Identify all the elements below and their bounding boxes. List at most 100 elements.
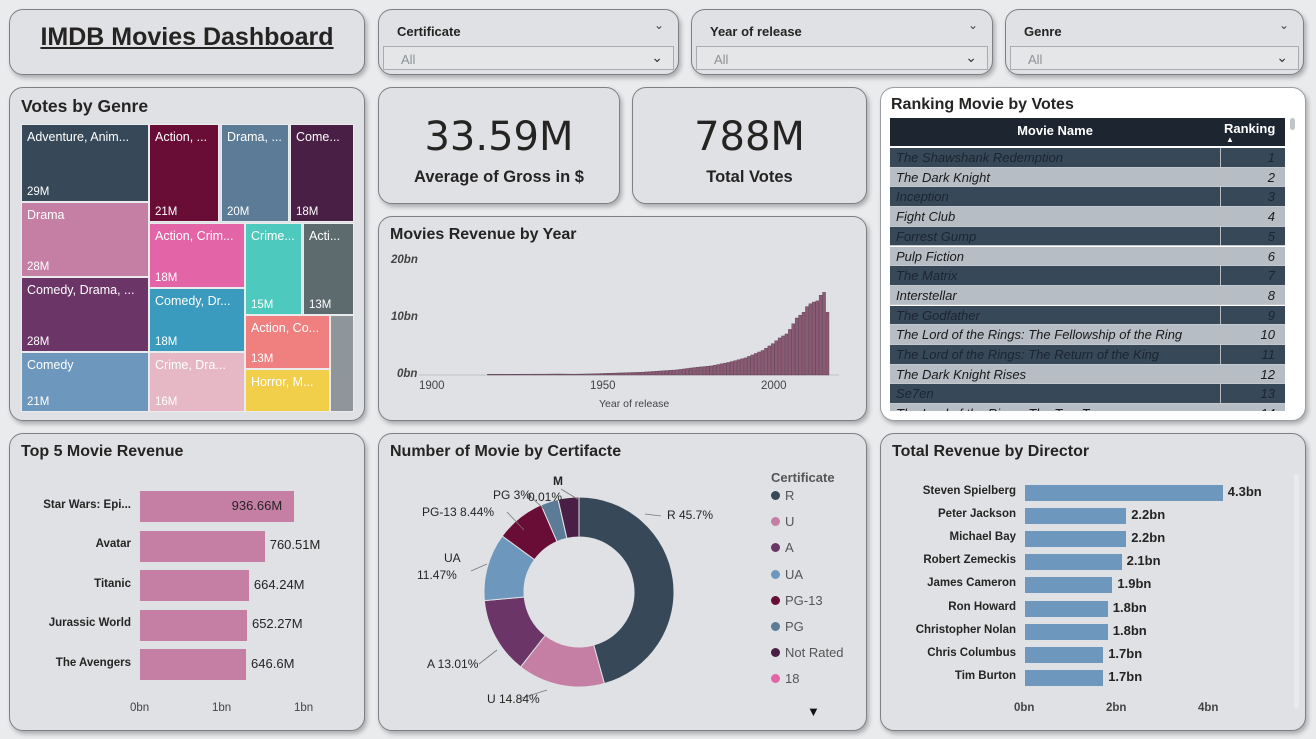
- year-bar[interactable]: [726, 362, 730, 376]
- year-bar[interactable]: [531, 373, 536, 376]
- year-bar[interactable]: [791, 323, 795, 376]
- year-bar[interactable]: [808, 303, 813, 376]
- year-bar[interactable]: [497, 373, 501, 376]
- table-row[interactable]: The Dark Knight 2: [890, 167, 1285, 188]
- bar[interactable]: [1025, 623, 1108, 640]
- year-bar[interactable]: [623, 372, 628, 376]
- year-bar[interactable]: [487, 373, 491, 376]
- year-bar[interactable]: [699, 366, 703, 376]
- year-dropdown[interactable]: All ⌄: [696, 46, 988, 70]
- treemap-cell[interactable]: Drama, ... 20M: [221, 124, 289, 222]
- table-row[interactable]: Se7en 13: [890, 384, 1285, 404]
- year-bar[interactable]: [825, 312, 830, 376]
- legend-item[interactable]: PG-13: [771, 593, 823, 608]
- certificate-dropdown[interactable]: All ⌄: [383, 46, 674, 70]
- year-bar[interactable]: [579, 373, 583, 376]
- year-bar[interactable]: [764, 348, 768, 376]
- year-bar[interactable]: [641, 371, 645, 376]
- treemap-cell[interactable]: Drama 28M: [21, 202, 149, 277]
- year-bar[interactable]: [569, 373, 573, 376]
- year-bar[interactable]: [548, 373, 553, 376]
- year-bar[interactable]: [565, 373, 570, 376]
- year-bar[interactable]: [613, 372, 618, 376]
- chevron-down-icon[interactable]: ⌄: [965, 49, 977, 66]
- treemap-cell[interactable]: Action, ... 21M: [149, 124, 219, 222]
- table-row[interactable]: Fight Club 4: [890, 207, 1285, 227]
- year-bar[interactable]: [805, 306, 809, 376]
- year-bar[interactable]: [682, 368, 686, 376]
- year-bar[interactable]: [644, 371, 648, 376]
- year-bar[interactable]: [760, 350, 765, 376]
- year-bar[interactable]: [521, 373, 525, 376]
- chevron-down-icon[interactable]: ⌄: [1279, 18, 1289, 32]
- year-bar[interactable]: [688, 367, 693, 376]
- legend-item[interactable]: R: [771, 488, 794, 503]
- year-bar[interactable]: [541, 373, 546, 376]
- year-bar[interactable]: [617, 372, 621, 376]
- year-bar[interactable]: [747, 356, 751, 376]
- year-bar[interactable]: [606, 373, 611, 376]
- year-bar[interactable]: [647, 371, 652, 376]
- year-bar[interactable]: [555, 373, 560, 376]
- year-bar[interactable]: [490, 373, 495, 376]
- genre-dropdown[interactable]: All ⌄: [1010, 46, 1299, 70]
- treemap-cell[interactable]: Come... 18M: [290, 124, 354, 222]
- year-bar[interactable]: [771, 343, 775, 376]
- legend-item[interactable]: Not Rated: [771, 645, 844, 660]
- year-bar[interactable]: [719, 363, 724, 376]
- year-bar[interactable]: [654, 371, 659, 376]
- year-bar[interactable]: [706, 366, 710, 376]
- treemap-cell[interactable]: Comedy, Dr... 18M: [149, 288, 245, 352]
- treemap-cell[interactable]: Action, Crim... 18M: [149, 223, 245, 288]
- year-bar[interactable]: [815, 300, 819, 376]
- year-bar[interactable]: [678, 369, 683, 376]
- year-bar[interactable]: [695, 367, 700, 376]
- bar[interactable]: [140, 530, 265, 562]
- year-bar[interactable]: [723, 362, 727, 376]
- year-bar[interactable]: [788, 329, 792, 376]
- year-bar[interactable]: [733, 360, 737, 376]
- year-bar[interactable]: [610, 372, 614, 376]
- year-bar[interactable]: [730, 361, 734, 376]
- treemap-cell[interactable]: Comedy 21M: [21, 352, 149, 412]
- table-row[interactable]: Pulp Fiction 6: [890, 246, 1285, 267]
- year-bar[interactable]: [559, 373, 563, 376]
- year-bar[interactable]: [514, 373, 518, 376]
- year-bar[interactable]: [812, 301, 816, 376]
- year-bar[interactable]: [668, 370, 672, 376]
- bar[interactable]: [1025, 531, 1127, 548]
- bar[interactable]: [1025, 600, 1108, 617]
- column-header-movie-name[interactable]: Movie Name: [890, 123, 1220, 138]
- year-bar[interactable]: [781, 335, 785, 376]
- year-bar[interactable]: [517, 373, 522, 376]
- year-slicer[interactable]: Year of release ⌄ All ⌄: [691, 9, 993, 75]
- year-bar[interactable]: [637, 372, 642, 376]
- year-bar[interactable]: [753, 353, 758, 376]
- year-bar[interactable]: [716, 364, 720, 376]
- column-header-ranking[interactable]: Ranking: [1224, 121, 1275, 136]
- year-bar[interactable]: [736, 359, 741, 376]
- sort-ascending-icon[interactable]: ▲: [1226, 135, 1234, 144]
- year-bar[interactable]: [658, 370, 662, 376]
- year-bar[interactable]: [630, 372, 635, 376]
- legend-item[interactable]: U: [771, 514, 794, 529]
- legend-item[interactable]: A: [771, 540, 794, 555]
- year-bar[interactable]: [603, 373, 607, 376]
- year-bar[interactable]: [504, 373, 508, 376]
- table-row[interactable]: Interstellar 8: [890, 285, 1285, 306]
- year-bar[interactable]: [634, 372, 638, 376]
- year-bar[interactable]: [818, 294, 823, 376]
- chevron-down-icon[interactable]: ⌄: [651, 49, 663, 66]
- year-bar[interactable]: [600, 373, 604, 376]
- year-bar[interactable]: [774, 340, 778, 376]
- table-row[interactable]: The Lord of the Rings: The Return of the…: [890, 345, 1285, 365]
- year-bar[interactable]: [709, 365, 713, 376]
- year-bar[interactable]: [651, 371, 655, 376]
- year-bar[interactable]: [576, 373, 580, 376]
- year-bar[interactable]: [528, 373, 532, 376]
- table-row[interactable]: The Lord of the Rings: The Fellowship of…: [890, 325, 1285, 345]
- year-bar[interactable]: [545, 373, 549, 376]
- year-bar[interactable]: [500, 373, 505, 376]
- year-bar[interactable]: [822, 292, 826, 376]
- chevron-down-icon[interactable]: ⌄: [1276, 49, 1288, 66]
